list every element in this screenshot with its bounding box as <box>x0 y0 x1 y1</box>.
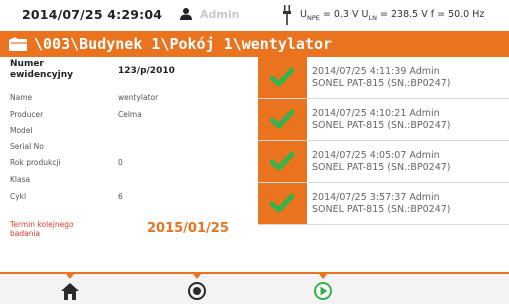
status-check <box>258 99 307 140</box>
name-label: Name <box>10 93 33 102</box>
measurement-device: SONEL PAT-815 (SN.:BP0247) <box>312 162 451 173</box>
device-details: Numer ewidencyjny 123/p/2010 Name wentyla… <box>0 57 255 257</box>
play-icon[interactable] <box>312 280 334 302</box>
measurement-device: SONEL PAT-815 (SN.:BP0247) <box>312 120 451 131</box>
checkmark-icon <box>270 109 294 129</box>
status-check <box>258 183 307 224</box>
status-bar: 2014/07/25 4:29:04 Admin UNPE = 0.3 V UL… <box>0 0 509 30</box>
measurement-row[interactable]: 2014/07/25 4:11:39 Admin SONEL PAT-815 (… <box>258 57 509 99</box>
name-value: wentylator <box>118 93 159 102</box>
measurement-device: SONEL PAT-815 (SN.:BP0247) <box>312 204 451 215</box>
cycles-label: Cykl <box>10 192 27 201</box>
measurement-datetime: 2014/07/25 4:11:39 Admin <box>312 66 440 77</box>
checkmark-icon <box>270 151 294 171</box>
number-value: 123/p/2010 <box>118 66 175 76</box>
status-check <box>258 57 307 98</box>
next-test-label: Termin kolejnego badania <box>10 220 74 238</box>
status-user: Admin <box>200 8 240 21</box>
measurement-datetime: 2014/07/25 4:10:21 Admin <box>312 108 440 119</box>
nav-marker <box>66 274 74 279</box>
number-label: Numer ewidencyjny <box>10 59 74 80</box>
record-icon[interactable] <box>186 280 208 302</box>
path-title: \003\Budynek 1\Pokój 1\wentylator <box>34 35 333 53</box>
measurement-row[interactable]: 2014/07/25 3:57:37 Admin SONEL PAT-815 (… <box>258 183 509 225</box>
measurement-device: SONEL PAT-815 (SN.:BP0247) <box>312 78 451 89</box>
year-label: Rok produkcji <box>10 158 61 167</box>
model-label: Model <box>10 126 33 135</box>
measurement-list: 2014/07/25 4:11:39 Admin SONEL PAT-815 (… <box>258 57 509 257</box>
bottom-nav-bar <box>0 272 509 304</box>
status-check <box>258 141 307 182</box>
checkmark-icon <box>270 193 294 213</box>
home-icon[interactable] <box>59 280 81 302</box>
status-datetime: 2014/07/25 4:29:04 <box>22 7 163 22</box>
measurement-datetime: 2014/07/25 3:57:37 Admin <box>312 192 440 203</box>
year-value: 0 <box>118 158 123 167</box>
serial-label: Serial No <box>10 142 44 151</box>
nav-marker <box>193 274 201 279</box>
path-title-bar: \003\Budynek 1\Pokój 1\wentylator <box>0 31 509 57</box>
class-label: Klasa <box>10 175 31 184</box>
checkmark-icon <box>270 67 294 87</box>
producer-value: Celma <box>118 110 142 119</box>
measurement-row[interactable]: 2014/07/25 4:10:21 Admin SONEL PAT-815 (… <box>258 99 509 141</box>
status-measurements: UNPE = 0.3 V ULN = 238.5 V f = 50.0 Hz <box>300 9 485 22</box>
measurement-row[interactable]: 2014/07/25 4:05:07 Admin SONEL PAT-815 (… <box>258 141 509 183</box>
next-test-date: 2015/01/25 <box>147 221 229 236</box>
measurement-datetime: 2014/07/25 4:05:07 Admin <box>312 150 440 161</box>
plug-icon <box>283 5 291 25</box>
folder-icon <box>9 37 27 51</box>
producer-label: Producer <box>10 110 44 119</box>
cycles-value: 6 <box>118 192 123 201</box>
person-icon <box>180 8 192 20</box>
nav-marker <box>319 274 327 279</box>
